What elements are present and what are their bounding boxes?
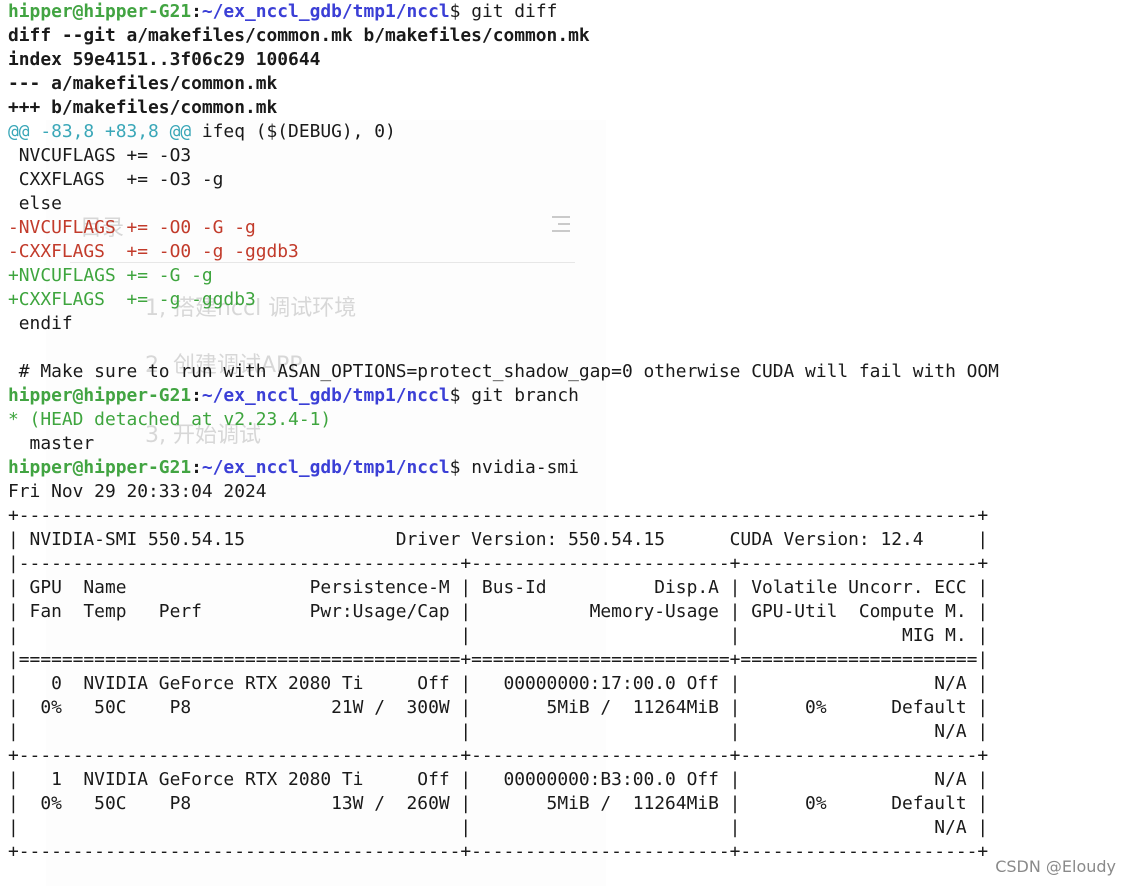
smi-header-row: | GPU Name Persistence-M | Bus-Id Disp.A… [8, 577, 989, 598]
diff-header-line: --- a/makefiles/common.mk [8, 73, 278, 94]
smi-border: |=======================================… [8, 649, 989, 670]
diff-header-line: +++ b/makefiles/common.mk [8, 97, 278, 118]
terminal-window[interactable]: hipper@hipper-G21:~/ex_nccl_gdb/tmp1/ncc… [0, 0, 1124, 886]
diff-context-line: else [8, 193, 62, 214]
diff-context-line: # Make sure to run with ASAN_OPTIONS=pro… [8, 361, 999, 382]
smi-gpu-row: | 1 NVIDIA GeForce RTX 2080 Ti Off | 000… [8, 769, 989, 790]
prompt-path: ~/ex_nccl_gdb/tmp1/nccl [201, 385, 450, 406]
diff-added-line: +CXXFLAGS += -g -ggdb3 [8, 289, 256, 310]
diff-context-line: CXXFLAGS += -O3 -g [8, 169, 224, 190]
smi-border: +---------------------------------------… [8, 841, 989, 862]
prompt-line: hipper@hipper-G21:~/ex_nccl_gdb/tmp1/ncc… [8, 457, 579, 478]
prompt-user: hipper@hipper-G21 [8, 385, 192, 406]
smi-header-row: | | | MIG M. | [8, 625, 989, 646]
smi-gpu-row: | 0% 50C P8 13W / 260W | 5MiB / 11264MiB… [8, 793, 989, 814]
smi-border: |---------------------------------------… [8, 553, 989, 574]
command-text: nvidia-smi [460, 457, 579, 478]
hunk-header-line: @@ -83,8 +83,8 @@ ifeq ($(DEBUG), 0) [8, 120, 1124, 144]
prompt-user: hipper@hipper-G21 [8, 457, 192, 478]
smi-gpu-row: | 0% 50C P8 21W / 300W | 5MiB / 11264MiB… [8, 697, 989, 718]
smi-gpu-row: | | | N/A | [8, 817, 989, 838]
prompt-line: hipper@hipper-G21:~/ex_nccl_gdb/tmp1/ncc… [8, 385, 579, 406]
smi-gpu-row: | | | N/A | [8, 721, 989, 742]
smi-version-row: | NVIDIA-SMI 550.54.15 Driver Version: 5… [8, 529, 989, 550]
watermark: CSDN @Eloudy [995, 857, 1116, 876]
prompt-line: hipper@hipper-G21:~/ex_nccl_gdb/tmp1/ncc… [8, 1, 558, 22]
smi-border: +---------------------------------------… [8, 745, 989, 766]
prompt-path: ~/ex_nccl_gdb/tmp1/nccl [201, 1, 450, 22]
branch-line: master [8, 433, 95, 454]
command-text: git branch [460, 385, 579, 406]
smi-timestamp: Fri Nov 29 20:33:04 2024 [8, 481, 267, 502]
hunk-context: ifeq ($(DEBUG), 0) [191, 121, 396, 142]
smi-header-row: | Fan Temp Perf Pwr:Usage/Cap | Memory-U… [8, 601, 989, 622]
diff-context-line: NVCUFLAGS += -O3 [8, 145, 192, 166]
prompt-user: hipper@hipper-G21 [8, 1, 192, 22]
smi-border: +---------------------------------------… [8, 505, 989, 526]
diff-header-line: index 59e4151..3f06c29 100644 [8, 49, 321, 70]
diff-removed-line: -CXXFLAGS += -O0 -g -ggdb3 [8, 241, 299, 262]
prompt-path: ~/ex_nccl_gdb/tmp1/nccl [201, 457, 450, 478]
diff-added-line: +NVCUFLAGS += -G -g [8, 265, 213, 286]
diff-context-line: endif [8, 313, 73, 334]
command-text: git diff [460, 1, 558, 22]
current-branch-line: * (HEAD detached at v2.23.4-1) [8, 409, 332, 430]
diff-removed-line: -NVCUFLAGS += -O0 -G -g [8, 217, 256, 238]
diff-header-line: diff --git a/makefiles/common.mk b/makef… [8, 25, 590, 46]
hunk-marker: @@ -83,8 +83,8 @@ [8, 121, 192, 142]
smi-gpu-row: | 0 NVIDIA GeForce RTX 2080 Ti Off | 000… [8, 673, 989, 694]
